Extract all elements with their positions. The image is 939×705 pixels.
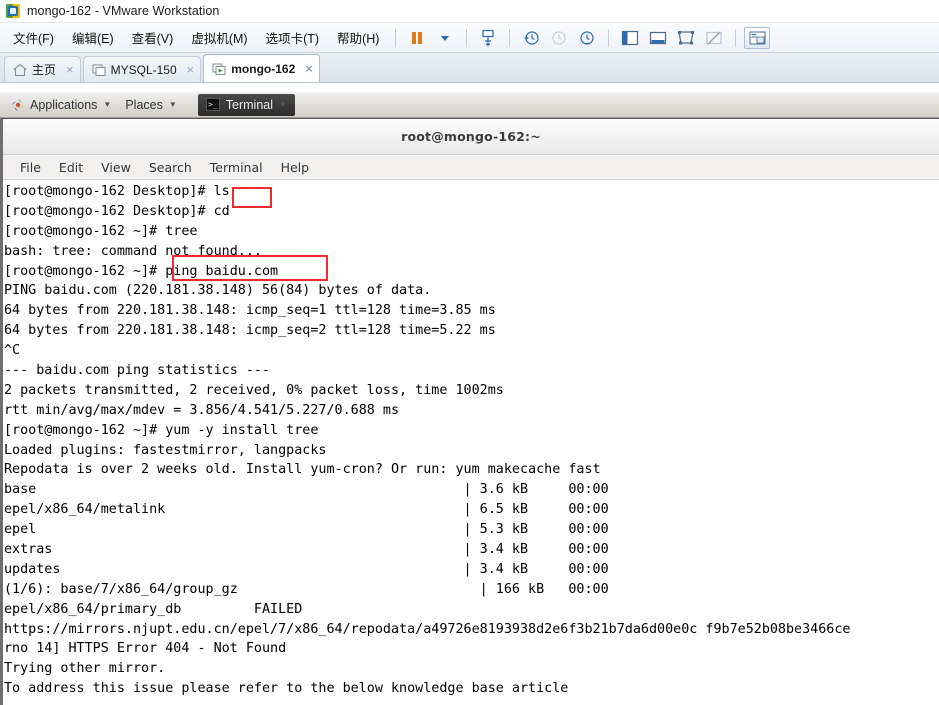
- tab-mysql-150-label: MYSQL-150: [110, 62, 177, 77]
- terminal-titlebar[interactable]: root@mongo-162:~: [3, 119, 939, 155]
- pause-icon[interactable]: [404, 27, 430, 49]
- unity-mode-icon[interactable]: [701, 27, 727, 49]
- manage-snapshots-icon[interactable]: [574, 27, 600, 49]
- show-console-icon[interactable]: [645, 27, 671, 49]
- tab-home-label: 主页: [32, 63, 57, 77]
- show-sidebar-icon[interactable]: [617, 27, 643, 49]
- applications-icon: [11, 98, 25, 112]
- vmware-menubar: 文件(F) 编辑(E) 查看(V) 虚拟机(M) 选项卡(T) 帮助(H): [0, 22, 939, 53]
- terminal-line: base | 3.6 kB 00:00: [4, 482, 609, 498]
- terminal-window: root@mongo-162:~ File Edit View Search T…: [0, 118, 939, 705]
- terminal-line: 2 packets transmitted, 2 received, 0% pa…: [4, 382, 504, 398]
- places-caret-icon: ▼: [168, 100, 177, 109]
- terminal-line: 64 bytes from 220.181.38.148: icmp_seq=1…: [4, 303, 496, 319]
- taskbar-terminal-button[interactable]: >_ Terminal ▼: [197, 93, 295, 116]
- menu-edit[interactable]: 编辑(E): [63, 25, 123, 50]
- revert-snapshot-icon[interactable]: [546, 27, 572, 49]
- terminal-icon: >_: [205, 98, 220, 111]
- terminal-title: root@mongo-162:~: [401, 129, 541, 144]
- terminal-line: extras | 3.4 kB 00:00: [4, 542, 609, 558]
- terminal-line: rno 14] HTTPS Error 404 - Not Found: [4, 641, 287, 657]
- terminal-line: [root@mongo-162 Desktop]# ls: [4, 184, 230, 199]
- places-menu-label: Places: [125, 97, 163, 112]
- vmware-tabstrip: 主页 × MYSQL-150 × mongo-162 ×: [0, 53, 939, 83]
- terminal-line: updates | 3.4 kB 00:00: [4, 561, 609, 577]
- toolbar-separator-3: [509, 28, 511, 47]
- snapshot-manager-icon[interactable]: [475, 27, 501, 49]
- terminal-line: PING baidu.com (220.181.38.148) 56(84) b…: [4, 283, 432, 299]
- tab-mongo-162-close-icon[interactable]: ×: [305, 62, 313, 75]
- vmware-logo-icon: [5, 3, 21, 19]
- terminal-line: ^C: [4, 343, 21, 359]
- terminal-line: [root@mongo-162 ~]# tree: [4, 223, 198, 239]
- terminal-menu-search[interactable]: Search: [140, 158, 201, 177]
- terminal-line: 64 bytes from 220.181.38.148: icmp_seq=2…: [4, 323, 496, 339]
- toolbar-separator-2: [466, 28, 468, 47]
- tab-home[interactable]: 主页 ×: [4, 56, 81, 82]
- vmware-workstation-window: mongo-162 - VMware Workstation 文件(F) 编辑(…: [0, 0, 939, 705]
- menu-vm[interactable]: 虚拟机(M): [182, 25, 256, 50]
- tab-mongo-162-label: mongo-162: [231, 61, 296, 76]
- terminal-line: To address this issue please refer to th…: [4, 681, 569, 697]
- terminal-line: Loaded plugins: fastestmirror, langpacks: [4, 442, 327, 458]
- chevron-down-icon[interactable]: [432, 27, 458, 49]
- fullscreen-icon[interactable]: [673, 27, 699, 49]
- terminal-line: Repodata is over 2 weeks old. Install yu…: [4, 462, 601, 478]
- toolbar-separator-4: [608, 28, 610, 47]
- view-layout-icon[interactable]: [744, 26, 771, 49]
- terminal-line: [root@mongo-162 Desktop]# cd: [4, 203, 230, 219]
- vmware-title-text: mongo-162 - VMware Workstation: [27, 4, 220, 18]
- tab-mysql-150-close-icon[interactable]: ×: [187, 63, 195, 76]
- vm-icon: [92, 63, 106, 77]
- terminal-menubar: File Edit View Search Terminal Help: [3, 155, 939, 180]
- taskbar-terminal-label: Terminal: [225, 97, 274, 112]
- tab-mongo-162[interactable]: mongo-162 ×: [203, 54, 320, 82]
- terminal-caret-icon: ▼: [279, 100, 287, 109]
- terminal-line: rtt min/avg/max/mdev = 3.856/4.541/5.227…: [4, 402, 400, 418]
- toolbar-separator-5: [735, 28, 737, 47]
- terminal-line: [root@mongo-162 ~]# ping baidu.com: [4, 263, 279, 279]
- terminal-line: epel/x86_64/metalink | 6.5 kB 00:00: [4, 502, 609, 518]
- terminal-line: epel/x86_64/primary_db FAILED: [4, 601, 303, 617]
- applications-menu-label: Applications: [30, 97, 98, 112]
- tab-mysql-150[interactable]: MYSQL-150 ×: [82, 56, 202, 82]
- terminal-menu-file[interactable]: File: [11, 158, 50, 177]
- terminal-menu-edit[interactable]: Edit: [50, 158, 92, 177]
- applications-caret-icon: ▼: [103, 100, 112, 109]
- terminal-menu-help[interactable]: Help: [272, 158, 319, 177]
- terminal-line: bash: tree: command not found...: [4, 243, 262, 259]
- terminal-line: epel | 5.3 kB 00:00: [4, 522, 609, 538]
- menu-view[interactable]: 查看(V): [123, 25, 183, 50]
- tab-home-close-icon[interactable]: ×: [66, 63, 74, 76]
- terminal-line: (1/6): base/7/x86_64/group_gz | 166 kB 0…: [4, 581, 609, 597]
- terminal-menu-view[interactable]: View: [92, 158, 140, 177]
- home-icon: [13, 63, 27, 77]
- vmware-titlebar: mongo-162 - VMware Workstation: [0, 0, 939, 22]
- terminal-line: https://mirrors.njupt.edu.cn/epel/7/x86_…: [4, 621, 851, 637]
- guest-screen: Applications ▼ Places ▼ >_ Terminal ▼ ro…: [0, 92, 939, 705]
- menu-file[interactable]: 文件(F): [4, 25, 63, 50]
- terminal-output-area[interactable]: [root@mongo-162 Desktop]# ls [root@mongo-…: [3, 180, 939, 704]
- terminal-menu-terminal[interactable]: Terminal: [201, 158, 272, 177]
- menu-tabs[interactable]: 选项卡(T): [257, 25, 328, 50]
- terminal-line: Trying other mirror.: [4, 661, 166, 677]
- terminal-line: [root@mongo-162 ~]# yum -y install tree: [4, 422, 319, 438]
- terminal-line: --- baidu.com ping statistics ---: [4, 363, 271, 379]
- gnome-top-panel: Applications ▼ Places ▼ >_ Terminal ▼: [0, 92, 939, 118]
- toolbar-separator-1: [395, 28, 397, 47]
- vm-running-icon: [212, 62, 226, 76]
- places-menu[interactable]: Places ▼: [118, 96, 183, 114]
- menu-help[interactable]: 帮助(H): [328, 25, 388, 50]
- applications-menu[interactable]: Applications ▼: [4, 96, 118, 114]
- take-snapshot-icon[interactable]: [518, 27, 544, 49]
